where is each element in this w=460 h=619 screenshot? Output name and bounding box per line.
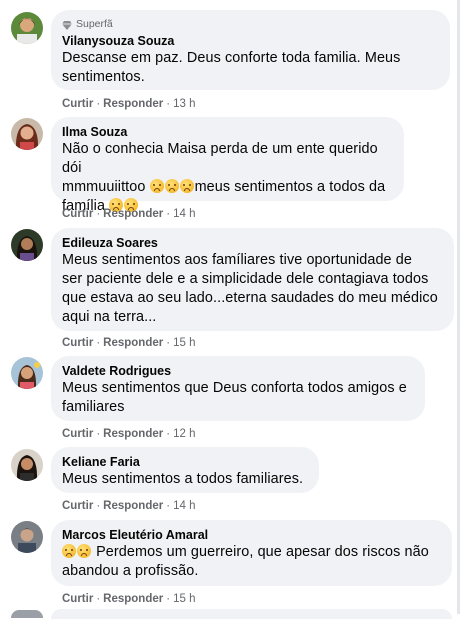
commenter-name[interactable]: Marcos Eleutério Amaral xyxy=(62,527,440,543)
diamond-icon xyxy=(62,20,72,30)
comment-actions: Curtir · Responder · 12 h xyxy=(62,428,196,440)
reply-button[interactable]: Responder xyxy=(103,98,163,110)
comment-bubble: Ilma Souza Não o conhecia Maisa perda de… xyxy=(51,117,404,214)
like-button[interactable]: Curtir xyxy=(62,500,93,512)
top-fan-badge: Superfã xyxy=(62,17,438,31)
timestamp[interactable]: 13 h xyxy=(173,98,195,110)
comment-text: Meus sentimentos aos famíliares tive opo… xyxy=(62,251,442,327)
comment-line-part: Perdemos um guerreiro, que apesar dos ri… xyxy=(96,544,429,560)
reply-button[interactable]: Responder xyxy=(103,337,163,349)
comment-line: que estava ao seu lado...eterna saudades… xyxy=(62,290,438,306)
comment-actions: Curtir · Responder · 15 h xyxy=(62,337,196,349)
comment-line-part: meus sentimentos a todos da xyxy=(194,179,386,195)
like-button[interactable]: Curtir xyxy=(62,593,93,605)
comment-text: Perdemos um guerreiro, que apesar dos ri… xyxy=(62,543,440,581)
avatar[interactable] xyxy=(11,449,43,481)
comment-bubble: Valdete Rodrigues Meus sentimentos que D… xyxy=(51,356,425,421)
comment-bubble: Edileuza Soares Meus sentimentos aos fam… xyxy=(51,228,454,331)
comment-line: mmmuuiittoo meus sentimentos a todos da xyxy=(62,178,392,197)
comment-line: Não o conhecia Maisa perda de um ente qu… xyxy=(62,141,378,176)
commenter-name[interactable]: Valdete Rodrigues xyxy=(62,363,413,379)
comment-line: Meus sentimentos aos famíliares tive opo… xyxy=(62,252,412,268)
comment-bubble: Keliane Faria Meus sentimentos a todos f… xyxy=(51,447,319,493)
comment-line: Descanse em paz. Deus conforte toda fami… xyxy=(62,50,401,66)
sad-face-emoji-icon xyxy=(77,544,91,558)
sad-face-emoji-icon xyxy=(179,179,194,193)
like-button[interactable]: Curtir xyxy=(62,208,93,220)
timestamp[interactable]: 15 h xyxy=(173,593,195,605)
comment-text: Meus sentimentos a todos familiares. xyxy=(62,470,307,489)
comment-line-part: mmmuuiittoo xyxy=(62,179,146,195)
commenter-name[interactable]: Ilma Souza xyxy=(62,124,392,140)
commenter-name[interactable]: Edileuza Soares xyxy=(62,235,442,251)
sad-face-emoji-icon xyxy=(62,544,76,558)
avatar[interactable] xyxy=(11,357,43,389)
comment-line: Perdemos um guerreiro, que apesar dos ri… xyxy=(62,543,440,562)
comment-line: abandou a profissão. xyxy=(62,563,199,579)
comment-bubble: Marcos Eleutério Amaral Perdemos um guer… xyxy=(51,520,452,586)
comment-bubble: Superfã Vilanysouza Souza Descanse em pa… xyxy=(51,10,450,90)
avatar[interactable] xyxy=(11,229,43,261)
reply-button[interactable]: Responder xyxy=(103,428,163,440)
timestamp[interactable]: 14 h xyxy=(173,500,195,512)
comment-line: sentimentos. xyxy=(62,69,145,85)
comment-line: Meus sentimentos que Deus conforta todos… xyxy=(62,380,407,396)
avatar[interactable] xyxy=(11,118,43,150)
comment-line: familiares xyxy=(62,399,125,415)
comment-line: ser paciente dele e a simplicidade dele … xyxy=(62,271,429,287)
comment-line: Meus sentimentos a todos familiares. xyxy=(62,471,304,487)
comment-actions: Curtir · Responder · 15 h xyxy=(62,593,196,605)
comment-actions: Curtir · Responder · 13 h xyxy=(62,98,196,110)
reply-button[interactable]: Responder xyxy=(103,208,163,220)
comment-line: aqui na terra... xyxy=(62,309,157,325)
comment-text: Meus sentimentos que Deus conforta todos… xyxy=(62,379,413,417)
like-button[interactable]: Curtir xyxy=(62,98,93,110)
comment-text: Não o conhecia Maisa perda de um ente qu… xyxy=(62,140,392,216)
like-button[interactable]: Curtir xyxy=(62,337,93,349)
next-avatar-partial xyxy=(11,610,43,618)
sad-face-emoji-icon xyxy=(149,179,164,193)
next-comment-bubble-partial xyxy=(51,609,452,619)
commenter-name[interactable]: Vilanysouza Souza xyxy=(62,33,438,49)
comment-text: Descanse em paz. Deus conforte toda fami… xyxy=(62,49,438,87)
like-button[interactable]: Curtir xyxy=(62,428,93,440)
comment-actions: Curtir · Responder · 14 h xyxy=(62,208,196,220)
commenter-name[interactable]: Keliane Faria xyxy=(62,454,307,470)
timestamp[interactable]: 12 h xyxy=(173,428,195,440)
sad-face-emoji-icon xyxy=(164,179,179,193)
timestamp[interactable]: 15 h xyxy=(173,337,195,349)
badge-label: Superfã xyxy=(76,18,113,30)
reply-button[interactable]: Responder xyxy=(103,500,163,512)
reply-button[interactable]: Responder xyxy=(103,593,163,605)
timestamp[interactable]: 14 h xyxy=(173,208,195,220)
comment-actions: Curtir · Responder · 14 h xyxy=(62,500,196,512)
avatar[interactable] xyxy=(11,521,43,553)
avatar[interactable] xyxy=(11,12,43,44)
